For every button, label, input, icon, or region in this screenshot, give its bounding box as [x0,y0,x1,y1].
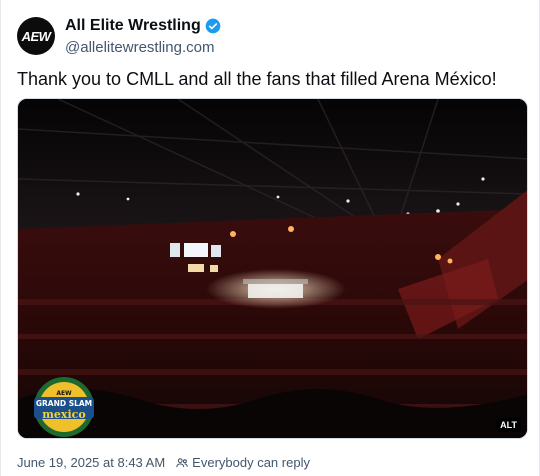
post-image[interactable]: AEW GRAND SLAM mexico ALT [17,98,528,439]
post-card: AEW All Elite Wrestling @allelitewrestli… [0,0,540,476]
author-handle[interactable]: @allelitewrestling.com [65,39,214,56]
author-avatar[interactable]: AEW [17,17,55,55]
reply-setting[interactable]: Everybody can reply [192,455,310,470]
post-text: Thank you to CMLL and all the fans that … [17,69,497,89]
post-timestamp[interactable]: June 19, 2025 at 8:43 AM [17,455,165,470]
logo-line3: mexico [42,408,85,421]
arena-photo: AEW GRAND SLAM mexico [18,99,527,438]
author-name-row: All Elite Wrestling [65,17,221,35]
post-meta: June 19, 2025 at 8:43 AM Everybody can r… [17,455,310,470]
people-icon [176,457,188,467]
logo-line1: AEW [56,390,72,397]
verified-badge-icon [205,18,221,34]
logo-line2: GRAND SLAM [36,399,92,408]
alt-badge[interactable]: ALT [496,418,521,432]
author-display-name[interactable]: All Elite Wrestling [65,17,201,35]
avatar-logo: AEW [21,28,51,44]
